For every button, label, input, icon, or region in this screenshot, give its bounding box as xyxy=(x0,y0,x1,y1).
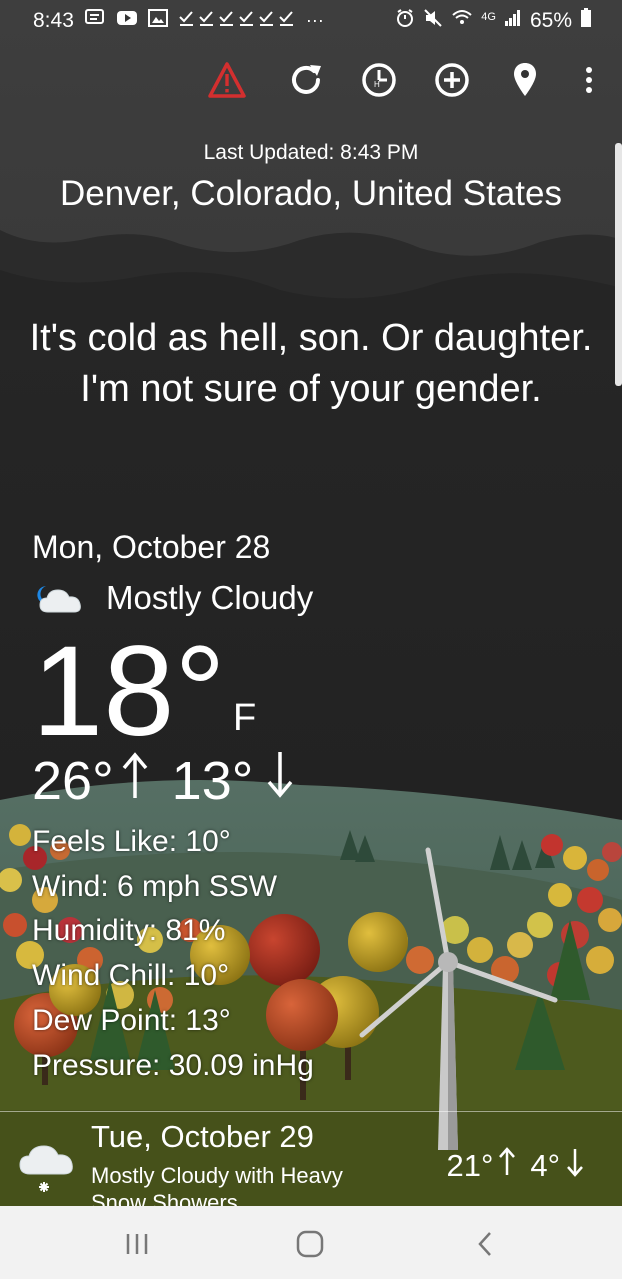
forecast-date: Tue, October 29 xyxy=(91,1119,314,1154)
forecast-condition-line-1: Mostly Cloudy with Heavy xyxy=(91,1163,343,1188)
forecast-condition-line-2: Snow Showers xyxy=(91,1190,238,1207)
forecast-high-low: 21° 4° xyxy=(446,1147,584,1185)
weather-quote: It's cold as hell, son. Or daughter. I'm… xyxy=(29,317,593,410)
location-pin-icon xyxy=(514,63,536,96)
refresh-icon xyxy=(292,65,321,94)
humidity: Humidity: 81% xyxy=(32,914,226,948)
task-check-icon xyxy=(178,9,296,32)
partly-cloudy-night-icon xyxy=(32,578,92,618)
home-button[interactable] xyxy=(280,1224,340,1264)
status-time: 8:43 xyxy=(33,8,74,32)
back-icon xyxy=(478,1232,491,1256)
wifi-icon xyxy=(451,8,473,33)
current-temp: 18° xyxy=(32,620,226,763)
high-temp: 26° xyxy=(32,751,114,811)
more-options-button[interactable] xyxy=(567,56,611,104)
recent-apps-button[interactable] xyxy=(107,1224,167,1264)
location-name: Denver, Colorado, United States xyxy=(60,174,562,213)
forecast-high: 21° xyxy=(446,1148,494,1183)
forecast-low: 4° xyxy=(530,1148,560,1183)
network-type: 4G xyxy=(481,10,496,23)
today-condition-row: Mostly Cloudy xyxy=(32,578,313,618)
location-button[interactable] xyxy=(503,56,547,104)
dew-point: Dew Point: 13° xyxy=(32,1003,231,1037)
arrow-down-icon xyxy=(265,750,295,812)
forecast-row[interactable]: Tue, October 29 Mostly Cloudy with Heavy… xyxy=(0,1111,622,1207)
snow-cloud-icon xyxy=(16,1140,76,1201)
wind: Wind: 6 mph SSW xyxy=(32,869,278,903)
status-overflow: ··· xyxy=(305,10,324,30)
alert-button[interactable] xyxy=(205,56,249,104)
mute-icon xyxy=(423,8,443,33)
alarm-icon xyxy=(395,8,415,33)
forecast-condition: Mostly Cloudy with Heavy Snow Showers xyxy=(91,1162,391,1207)
navigation-bar xyxy=(0,1206,622,1279)
more-vert-icon xyxy=(586,67,592,93)
hourly-button[interactable]: H xyxy=(357,56,401,104)
battery-icon xyxy=(580,8,592,33)
alert-icon xyxy=(208,62,246,98)
toolbar: H xyxy=(0,56,622,104)
arrow-up-icon xyxy=(120,750,150,812)
today-date: Mon, October 28 xyxy=(32,529,271,565)
battery-percent: 65% xyxy=(529,8,572,32)
add-location-button[interactable] xyxy=(430,56,474,104)
svg-text:H: H xyxy=(374,80,380,89)
weather-details: Feels Like: 10° Wind: 6 mph SSW Humidity… xyxy=(32,820,314,1088)
arrow-down-icon xyxy=(566,1147,584,1185)
youtube-icon xyxy=(116,9,138,32)
low-temp: 13° xyxy=(171,751,254,811)
last-updated: Last Updated: 8:43 PM xyxy=(203,141,419,164)
home-icon xyxy=(296,1230,324,1258)
pressure: Pressure: 30.09 inHg xyxy=(32,1048,314,1082)
status-bar: 8:43 ··· 4G 65% xyxy=(0,0,622,38)
today-condition: Mostly Cloudy xyxy=(106,579,314,616)
feels-like: Feels Like: 10° xyxy=(32,825,231,858)
arrow-up-icon xyxy=(498,1147,516,1185)
message-icon xyxy=(84,8,106,33)
gallery-icon xyxy=(147,9,168,32)
temp-unit: F xyxy=(233,697,257,739)
wind-chill: Wind Chill: 10° xyxy=(32,959,230,993)
hourly-icon: H xyxy=(362,63,396,97)
signal-icon xyxy=(504,9,522,32)
back-button[interactable] xyxy=(455,1224,515,1264)
add-location-icon xyxy=(435,63,469,97)
refresh-button[interactable] xyxy=(284,56,328,104)
recent-apps-icon xyxy=(126,1234,148,1254)
high-low-row: 26° 13° xyxy=(32,750,295,812)
